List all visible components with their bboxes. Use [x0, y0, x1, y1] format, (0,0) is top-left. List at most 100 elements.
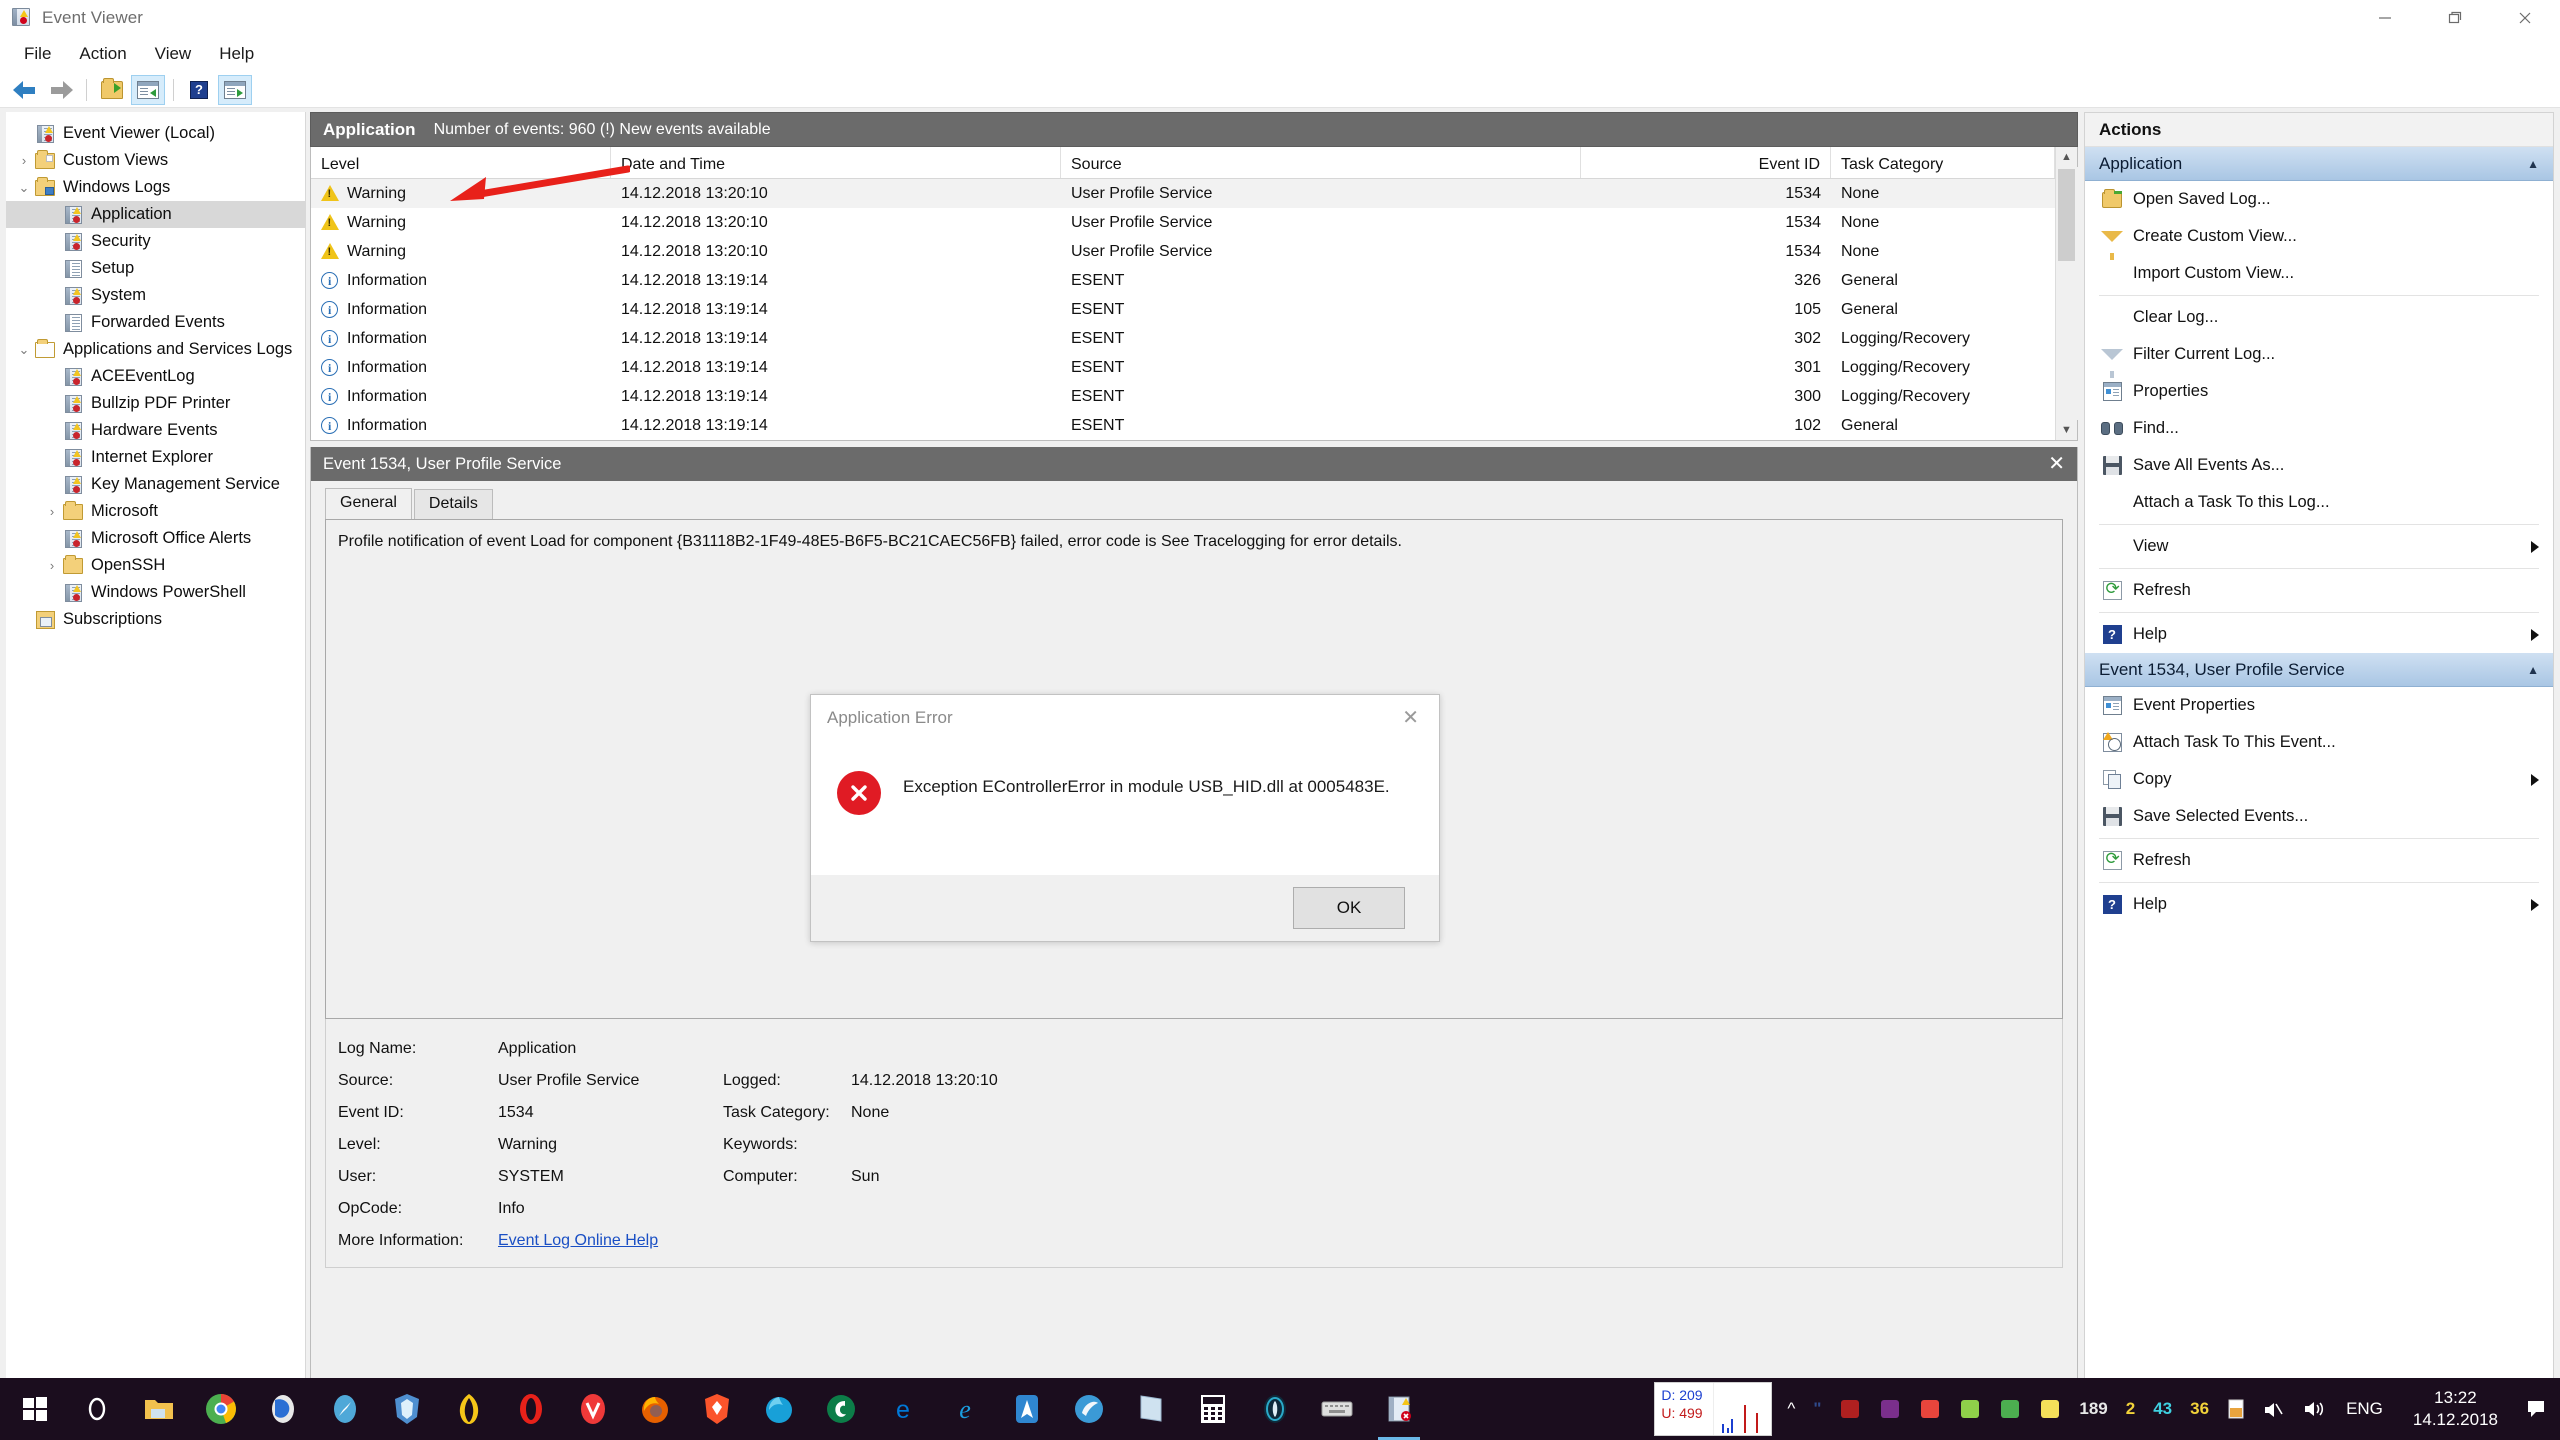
tree-root-event-viewer[interactable]: Event Viewer (Local)	[6, 120, 305, 147]
close-button[interactable]	[2490, 0, 2560, 36]
forward-button[interactable]	[44, 75, 78, 105]
seamonkey-browser-icon[interactable]	[810, 1378, 872, 1440]
table-row[interactable]: Information 14.12.2018 13:19:14 ESENT 300 Lo…	[311, 382, 2055, 411]
action-item-save-all-events-as[interactable]: Save All Events As...	[2085, 447, 2553, 484]
submenu-arrow-icon[interactable]	[2531, 628, 2539, 641]
chevron-expanded-icon[interactable]: ⌄	[14, 342, 34, 358]
tab-general[interactable]: General	[325, 488, 412, 520]
robot-tray-icon[interactable]	[1990, 1378, 2030, 1440]
action-item-find[interactable]: Find...	[2085, 410, 2553, 447]
table-row[interactable]: Information 14.12.2018 13:19:14 ESENT 301 Lo…	[311, 353, 2055, 382]
counter-2-icon[interactable]: 2	[2117, 1378, 2144, 1440]
quote-icon[interactable]: "	[1804, 1378, 1830, 1440]
action-item-refresh[interactable]: Refresh	[2085, 842, 2553, 879]
action-item-save-selected-events[interactable]: Save Selected Events...	[2085, 798, 2553, 835]
tree-item-windows-powershell[interactable]: Windows PowerShell	[6, 579, 305, 606]
tree-item-hardware-events[interactable]: Hardware Events	[6, 417, 305, 444]
table-row[interactable]: Warning 14.12.2018 13:20:10 User Profile S…	[311, 179, 2055, 208]
ok-button[interactable]: OK	[1293, 887, 1405, 929]
calculator-icon[interactable]	[1182, 1378, 1244, 1440]
action-item-filter-current-log[interactable]: Filter Current Log...	[2085, 336, 2553, 378]
tor-browser-icon[interactable]	[376, 1378, 438, 1440]
edge-legacy-icon[interactable]: e	[872, 1378, 934, 1440]
avant-browser-icon[interactable]	[996, 1378, 1058, 1440]
tree-item-system[interactable]: System	[6, 282, 305, 309]
keyboard-icon[interactable]	[1306, 1378, 1368, 1440]
action-item-attach-task-to-this-event[interactable]: Attach Task To This Event...	[2085, 724, 2553, 761]
cortana-search-icon[interactable]	[66, 1378, 128, 1440]
yandex-browser-icon[interactable]	[438, 1378, 500, 1440]
tree-item-setup[interactable]: Setup	[6, 255, 305, 282]
pale-moon-browser-icon[interactable]	[1244, 1378, 1306, 1440]
tree-item-microsoft-office-alerts[interactable]: Microsoft Office Alerts	[6, 525, 305, 552]
column-header-date-time[interactable]: Date and Time	[611, 147, 1061, 178]
action-item-create-custom-view[interactable]: Create Custom View...	[2085, 218, 2553, 260]
action-item-attach-a-task-to-this-log[interactable]: Attach a Task To this Log...	[2085, 484, 2553, 521]
tree-item-key-management-service[interactable]: Key Management Service	[6, 471, 305, 498]
firefox-browser-icon[interactable]	[624, 1378, 686, 1440]
submenu-arrow-icon[interactable]	[2531, 898, 2539, 911]
counter-36-icon[interactable]: 36	[2181, 1378, 2218, 1440]
slimjet-browser-icon[interactable]	[1058, 1378, 1120, 1440]
application-error-dialog[interactable]: Application Error ✕ Exception EControlle…	[810, 694, 1440, 942]
actions-group-header-1[interactable]: Event 1534, User Profile Service ▲	[2085, 653, 2553, 687]
tree-item-windows-logs[interactable]: ⌄ Windows Logs	[6, 174, 305, 201]
tree-item-internet-explorer[interactable]: Internet Explorer	[6, 444, 305, 471]
chevron-collapsed-icon[interactable]: ›	[42, 504, 62, 519]
collapse-caret-icon[interactable]: ▲	[2527, 157, 2539, 171]
action-item-help[interactable]: ? Help	[2085, 886, 2553, 923]
chevron-collapsed-icon[interactable]: ›	[14, 153, 34, 168]
tree-scroll-region[interactable]: Event Viewer (Local) › Custom Views ⌄ Windo…	[6, 112, 305, 1417]
brave-browser-icon[interactable]	[686, 1378, 748, 1440]
column-header-event-id[interactable]: Event ID	[1581, 147, 1831, 178]
column-header-task-category[interactable]: Task Category	[1831, 147, 2055, 178]
tree-item-bullzip-pdf-printer[interactable]: Bullzip PDF Printer	[6, 390, 305, 417]
action-item-copy[interactable]: Copy	[2085, 761, 2553, 798]
action-item-properties[interactable]: Properties	[2085, 373, 2553, 410]
action-item-view[interactable]: View	[2085, 528, 2553, 565]
chevron-expanded-icon[interactable]: ⌄	[14, 180, 34, 196]
table-row[interactable]: Information 14.12.2018 13:19:14 ESENT 105 Ge…	[311, 295, 2055, 324]
tree-item-subscriptions[interactable]: Subscriptions	[6, 606, 305, 633]
grid-scroll-thumb[interactable]	[2057, 169, 2075, 261]
taskbar-clock[interactable]: 13:22 14.12.2018	[2395, 1387, 2516, 1431]
actions-group-header-0[interactable]: Application ▲	[2085, 147, 2553, 181]
event-grid-vertical-scrollbar[interactable]: ▲ ▼	[2055, 147, 2078, 440]
opera-browser-icon[interactable]	[500, 1378, 562, 1440]
error-dialog-close-icon[interactable]: ✕	[1392, 704, 1429, 732]
dictionary-icon[interactable]	[1830, 1378, 1870, 1440]
tray-chevron-icon[interactable]: ^	[1778, 1378, 1804, 1440]
disc-tray-icon[interactable]	[1950, 1378, 1990, 1440]
tree-item-application[interactable]: Application	[6, 201, 305, 228]
vivaldi-browser-icon[interactable]	[562, 1378, 624, 1440]
menu-help[interactable]: Help	[205, 40, 268, 68]
column-header-source[interactable]: Source	[1061, 147, 1581, 178]
submenu-arrow-icon[interactable]	[2531, 540, 2539, 553]
sticky-note-icon[interactable]	[2030, 1378, 2070, 1440]
table-row[interactable]: Information 14.12.2018 13:19:14 ESENT 326 Ge…	[311, 266, 2055, 295]
action-item-open-saved-log[interactable]: Open Saved Log...	[2085, 181, 2553, 218]
counter-43-icon[interactable]: 43	[2144, 1378, 2181, 1440]
network-icon[interactable]	[2254, 1378, 2294, 1440]
internet-explorer-icon[interactable]: e	[934, 1378, 996, 1440]
event-log-online-help-link[interactable]: Event Log Online Help	[498, 1232, 723, 1250]
minimize-button[interactable]	[2350, 0, 2420, 36]
tree-item-applications-and-services-logs[interactable]: ⌄ Applications and Services Logs	[6, 336, 305, 363]
tree-item-openssh[interactable]: › OpenSSH	[6, 552, 305, 579]
file-explorer-icon[interactable]	[128, 1378, 190, 1440]
windows-start-icon[interactable]	[4, 1378, 66, 1440]
action-item-refresh[interactable]: Refresh	[2085, 572, 2553, 609]
event-viewer-icon[interactable]	[1368, 1378, 1430, 1440]
grid-scroll-track[interactable]	[2055, 167, 2078, 420]
detail-close-icon[interactable]: ✕	[2048, 454, 2065, 474]
action-item-clear-log[interactable]: Clear Log...	[2085, 299, 2553, 336]
safari-browser-icon[interactable]	[314, 1378, 376, 1440]
table-row[interactable]: Warning 14.12.2018 13:20:10 User Profile S…	[311, 237, 2055, 266]
show-action-pane-button[interactable]	[218, 74, 252, 105]
submenu-arrow-icon[interactable]	[2531, 773, 2539, 786]
action-center-icon[interactable]	[2516, 1378, 2556, 1440]
table-row[interactable]: Information 14.12.2018 13:19:14 ESENT 302 Lo…	[311, 324, 2055, 353]
battery-icon[interactable]	[2218, 1378, 2254, 1440]
notepad-icon[interactable]	[1120, 1378, 1182, 1440]
tree-item-microsoft[interactable]: › Microsoft	[6, 498, 305, 525]
